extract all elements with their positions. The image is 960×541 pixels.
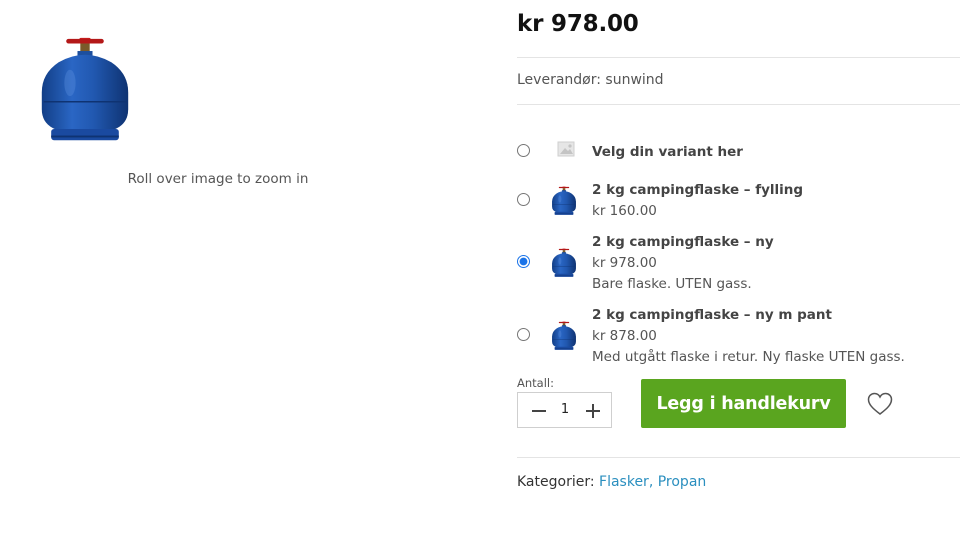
variant-price: kr 160.00 bbox=[592, 203, 657, 219]
variant-radio[interactable] bbox=[517, 193, 530, 206]
zoom-hint: Roll over image to zoom in bbox=[127, 171, 309, 187]
variant-radio[interactable] bbox=[517, 328, 530, 341]
divider bbox=[517, 457, 960, 458]
gas-bottle-thumbnail bbox=[551, 186, 577, 216]
variant-price: kr 978.00 bbox=[592, 255, 657, 271]
variant-title: Velg din variant her bbox=[592, 144, 743, 160]
supplier-text: Leverandør: sunwind bbox=[517, 72, 664, 88]
categories: Kategorier: Flasker, Propan bbox=[517, 474, 706, 490]
variant-title: 2 kg campingflaske – ny m pant bbox=[592, 307, 832, 323]
category-link-propan[interactable]: Propan bbox=[658, 474, 707, 490]
divider bbox=[517, 104, 960, 105]
variant-radio[interactable] bbox=[517, 255, 530, 268]
categories-label: Kategorier: bbox=[517, 474, 600, 490]
variant-price: kr 878.00 bbox=[592, 328, 657, 344]
variant-description: Med utgått flaske i retur. Ny flaske UTE… bbox=[592, 349, 905, 365]
quantity-stepper bbox=[517, 392, 612, 428]
gas-bottle-thumbnail bbox=[551, 248, 577, 278]
product-price: kr 978.00 bbox=[517, 11, 639, 37]
quantity-label: Antall: bbox=[517, 376, 554, 390]
placeholder-image-icon bbox=[557, 141, 575, 157]
category-link-flasker[interactable]: Flasker bbox=[599, 474, 649, 490]
category-separator: , bbox=[648, 474, 658, 490]
product-image[interactable] bbox=[38, 36, 132, 144]
variant-radio[interactable] bbox=[517, 144, 530, 157]
quantity-input[interactable] bbox=[550, 402, 580, 417]
variant-title: 2 kg campingflaske – fylling bbox=[592, 182, 804, 198]
variant-title: 2 kg campingflaske – ny bbox=[592, 234, 774, 250]
divider bbox=[517, 57, 960, 58]
add-to-cart-button[interactable]: Legg i handlekurv bbox=[641, 379, 846, 428]
gas-bottle-thumbnail bbox=[551, 321, 577, 351]
variant-description: Bare flaske. UTEN gass. bbox=[592, 276, 752, 292]
quantity-increase-button[interactable] bbox=[578, 393, 608, 427]
heart-icon[interactable] bbox=[866, 390, 894, 418]
